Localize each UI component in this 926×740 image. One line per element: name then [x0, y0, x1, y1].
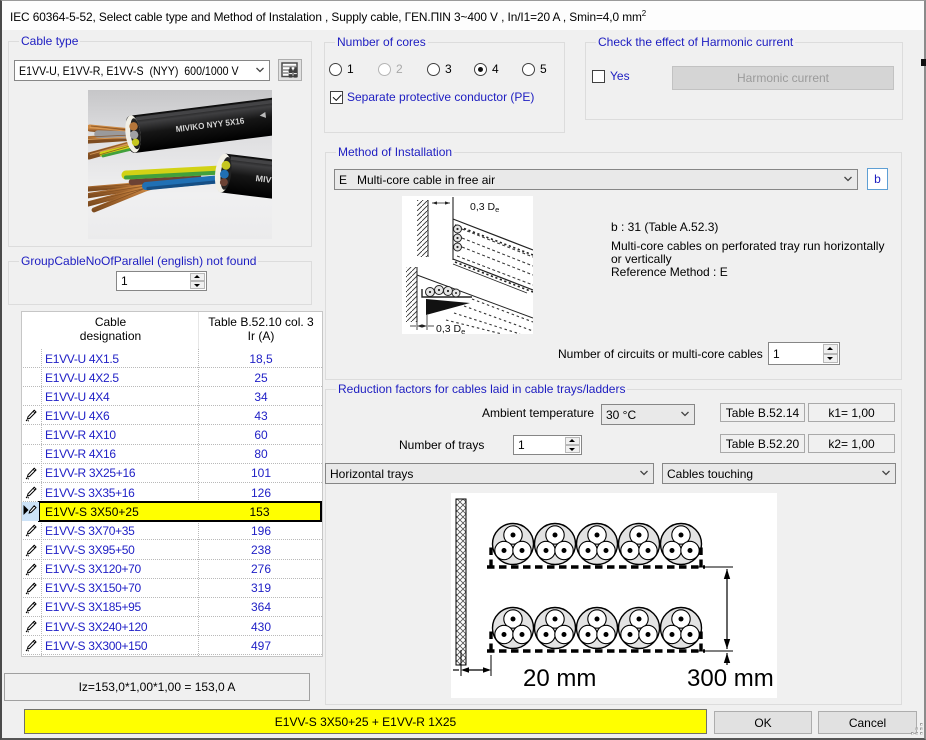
svg-text:300 mm: 300 mm	[687, 665, 774, 692]
svg-text:MIV: MIV	[255, 173, 272, 185]
svg-text:0,3 De: 0,3 De	[436, 323, 465, 334]
svg-text:20 mm: 20 mm	[523, 665, 596, 692]
svg-text:◄: ◄	[257, 110, 268, 122]
svg-text:0,3 De: 0,3 De	[470, 201, 499, 214]
